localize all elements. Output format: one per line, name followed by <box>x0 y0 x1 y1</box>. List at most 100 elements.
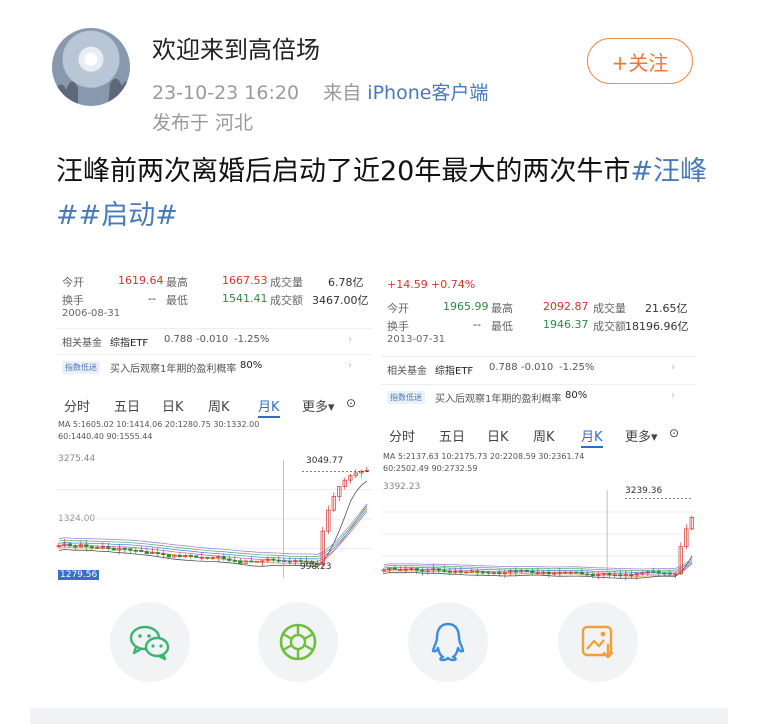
fund-pct: -1.25% <box>559 362 595 373</box>
share-moments-button[interactable] <box>258 602 338 682</box>
share-qq-button[interactable] <box>408 602 488 682</box>
settings-icon[interactable]: ⊙ <box>669 426 679 440</box>
share-wechat-button[interactable] <box>110 602 190 682</box>
related-fund-row[interactable]: 相关基金 综指ETF 0.788 -0.010 -1.25% › <box>381 356 695 378</box>
signal-row[interactable]: 指数低迷 买入后观察1年期的盈利概率 80% › <box>381 384 695 406</box>
candle <box>656 571 661 574</box>
save-image-icon <box>581 625 614 659</box>
tab-weekly-k[interactable]: 周K <box>533 426 555 445</box>
tab-monthly-k[interactable]: 月K <box>581 426 603 448</box>
candle <box>618 574 623 577</box>
signal-badge: 指数低迷 <box>387 391 425 404</box>
candle <box>480 571 485 574</box>
candle <box>139 550 144 552</box>
tab-intraday[interactable]: 分时 <box>389 426 415 445</box>
candle <box>513 570 518 573</box>
candle <box>194 555 199 558</box>
candle <box>249 560 254 563</box>
fund-pct: -1.25% <box>234 334 270 345</box>
period-tabs: 分时 五日 日K 周K 月K 更多▾ ⊙ <box>381 422 695 448</box>
candle <box>128 548 133 551</box>
stock-screenshot-2[interactable]: +14.59 +0.74% 今开 1965.99 最高 2092.87 成交量 … <box>381 262 695 584</box>
open-value: 1619.64 <box>118 274 164 287</box>
candle <box>188 555 193 557</box>
y-max-label: 3392.23 <box>383 482 421 492</box>
high-mark-label: 3239.36 <box>625 486 663 496</box>
candle <box>287 560 292 563</box>
candle <box>458 570 463 573</box>
candle <box>447 570 452 573</box>
candle <box>73 545 78 548</box>
signal-row[interactable]: 指数低迷 买入后观察1年期的盈利概率 80% › <box>56 354 372 376</box>
open-label: 今开 <box>387 302 409 315</box>
post-time: 23-10-23 16:20 <box>152 82 300 104</box>
tab-daily-k[interactable]: 日K <box>487 426 509 445</box>
chevron-right-icon: › <box>348 334 352 345</box>
candle <box>585 573 590 576</box>
source-prefix: 来自 <box>323 82 362 104</box>
candle <box>530 570 535 573</box>
signal-badge: 指数低迷 <box>62 361 100 374</box>
follow-button[interactable]: +关注 <box>587 38 693 84</box>
volume-label: 成交量 <box>593 302 626 315</box>
settings-icon[interactable]: ⊙ <box>346 396 356 410</box>
tab-intraday[interactable]: 分时 <box>64 396 90 415</box>
fund-label: 相关基金 <box>387 366 427 377</box>
hashtag-qidong[interactable]: #启动# <box>79 200 178 231</box>
tab-five-day[interactable]: 五日 <box>439 426 465 445</box>
candle <box>133 549 138 552</box>
candle <box>414 568 419 571</box>
wechat-icon <box>129 625 170 661</box>
source-device-link[interactable]: iPhone客户端 <box>367 82 488 104</box>
tab-daily-k[interactable]: 日K <box>162 396 184 415</box>
save-image-button[interactable] <box>558 602 638 682</box>
candle <box>392 567 397 570</box>
fund-change: -0.010 <box>521 362 554 373</box>
candle <box>662 572 667 575</box>
ma-line-2: 60:2502.49 90:2732.59 <box>383 464 478 473</box>
post-location: 发布于 河北 <box>152 112 254 134</box>
quote-date: 2006-08-31 <box>62 308 121 319</box>
tab-more[interactable]: 更多▾ <box>625 426 658 445</box>
fund-label: 相关基金 <box>62 338 102 349</box>
candle <box>238 560 243 564</box>
candle <box>205 556 210 559</box>
chevron-right-icon: › <box>671 362 675 373</box>
volume-value: 6.78亿 <box>328 276 364 289</box>
candle <box>436 568 441 571</box>
turnover-value: -- <box>473 318 481 331</box>
username[interactable]: 欢迎来到高倍场 <box>152 30 320 65</box>
low-mark-label: 998.23 <box>300 562 332 572</box>
amount-value: 18196.96亿 <box>625 320 689 333</box>
stock-screenshot-1[interactable]: 今开 1619.64 最高 1667.53 成交量 6.78亿 换手 -- 最低… <box>56 262 372 584</box>
candle <box>95 546 100 549</box>
mid-label: 1324.00 <box>58 514 96 524</box>
related-fund-row[interactable]: 相关基金 综指ETF 0.788 -0.010 -1.25% › <box>56 328 372 350</box>
chevron-right-icon: › <box>671 390 675 401</box>
candle <box>667 572 672 575</box>
fund-name: 综指ETF <box>435 366 474 377</box>
fund-price: 0.788 <box>489 362 518 373</box>
tab-monthly-k[interactable]: 月K <box>258 396 280 418</box>
turnover-label: 换手 <box>62 294 84 307</box>
candle <box>607 572 612 576</box>
candle <box>155 552 160 554</box>
ma-line-1: MA 5:2137.63 10:2175.73 20:2208.59 30:23… <box>383 452 585 461</box>
low-value: 1541.41 <box>222 292 268 305</box>
tab-more[interactable]: 更多▾ <box>302 396 335 415</box>
change-pct: +0.74% <box>431 278 476 291</box>
signal-prob: 80% <box>240 360 263 371</box>
change-value: +14.59 <box>387 278 428 291</box>
turnover-label: 换手 <box>387 320 409 333</box>
candle <box>475 570 480 573</box>
tab-five-day[interactable]: 五日 <box>114 396 140 415</box>
candle <box>177 554 182 558</box>
turnover-value: -- <box>148 292 156 305</box>
open-label: 今开 <box>62 276 84 289</box>
tab-weekly-k[interactable]: 周K <box>208 396 230 415</box>
qq-icon <box>431 622 465 662</box>
candle <box>111 547 116 551</box>
signal-text: 买入后观察1年期的盈利概率 <box>435 394 562 405</box>
high-label: 最高 <box>166 276 188 289</box>
avatar[interactable] <box>52 28 130 106</box>
